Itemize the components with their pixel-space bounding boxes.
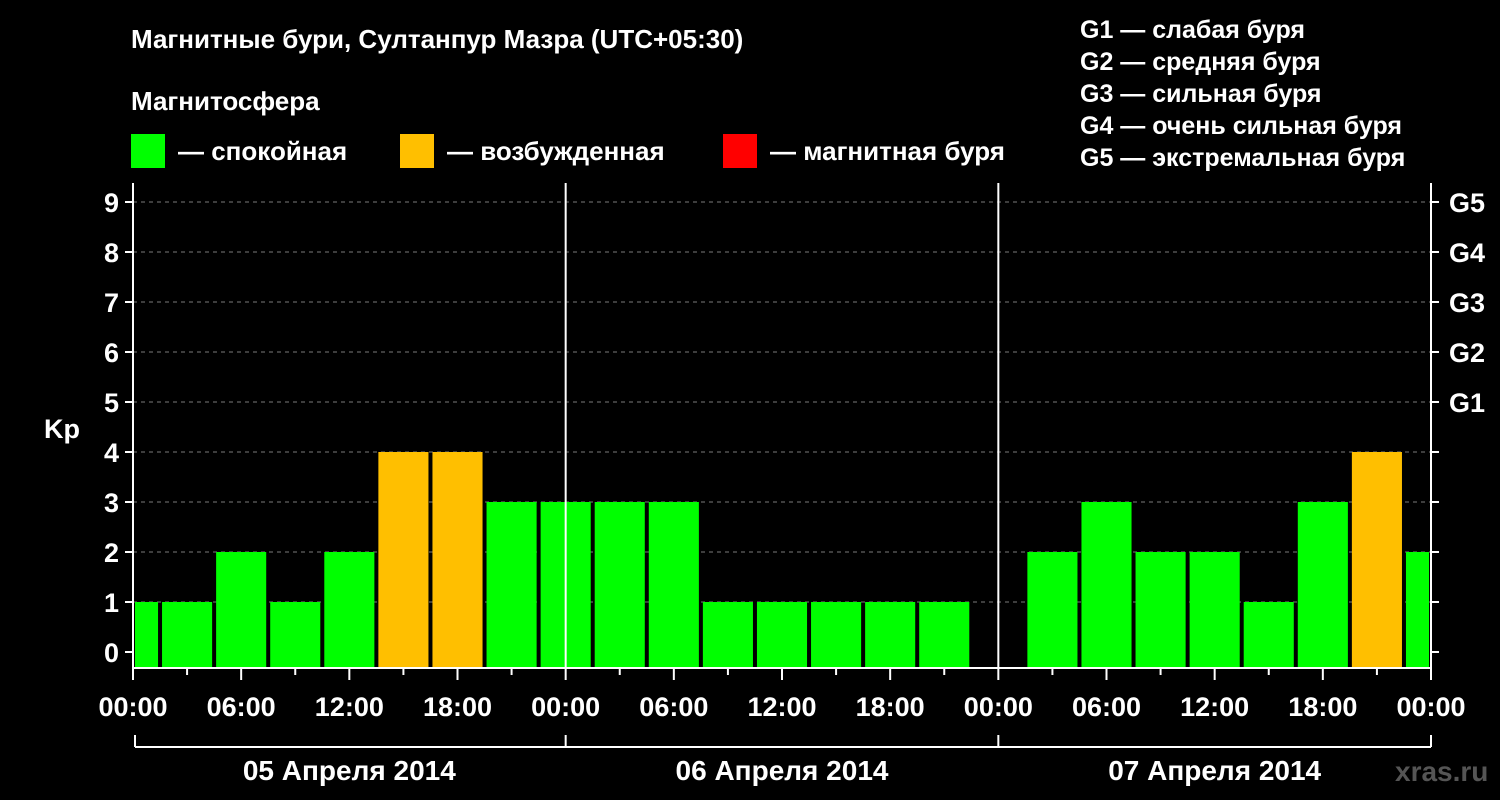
y-tick-label: 7 (104, 288, 119, 318)
x-tick-label: 06:00 (207, 692, 276, 722)
x-tick-label: 18:00 (1288, 692, 1357, 722)
g-tick-label: G5 (1449, 188, 1485, 218)
y-tick-label: 6 (104, 338, 119, 368)
kp-bar (756, 602, 808, 668)
g-tick-label: G1 (1449, 388, 1485, 418)
kp-bar (1135, 552, 1186, 668)
kp-bar (270, 602, 321, 668)
kp-bar (811, 602, 862, 668)
kp-bar (702, 602, 753, 668)
kp-bar (216, 552, 267, 668)
kp-bar (648, 502, 699, 668)
kp-bar (135, 602, 159, 668)
x-tick-label: 12:00 (1180, 692, 1249, 722)
x-tick-label: 00:00 (1396, 692, 1465, 722)
kp-bar (162, 602, 213, 668)
y-tick-label: 3 (104, 488, 119, 518)
kp-bar (432, 452, 483, 668)
kp-bar (1297, 502, 1348, 668)
kp-bar (1405, 552, 1429, 668)
x-tick-label: 18:00 (423, 692, 492, 722)
x-tick-label: 12:00 (747, 692, 816, 722)
kp-bar (594, 502, 645, 668)
kp-bar (865, 602, 916, 668)
kp-bar (324, 552, 375, 668)
x-tick-label: 18:00 (856, 692, 925, 722)
x-tick-label: 06:00 (1072, 692, 1141, 722)
kp-bar (1189, 552, 1240, 668)
y-tick-label: 1 (104, 588, 119, 618)
kp-bar (919, 602, 970, 668)
y-tick-label: 2 (104, 538, 119, 568)
g-tick-label: G2 (1449, 338, 1485, 368)
kp-bar (378, 452, 429, 668)
kp-bar (1243, 602, 1294, 668)
y-tick-label: 9 (104, 188, 119, 218)
y-tick-label: 8 (104, 238, 119, 268)
y-tick-label: 4 (104, 438, 119, 468)
x-tick-label: 00:00 (964, 692, 1033, 722)
x-tick-label: 12:00 (315, 692, 384, 722)
day-label: 06 Апреля 2014 (676, 755, 889, 786)
day-label: 05 Апреля 2014 (243, 755, 456, 786)
kp-bar (486, 502, 537, 668)
watermark: xras.ru (1395, 756, 1489, 787)
g-tick-label: G4 (1449, 238, 1485, 268)
y-axis-label: Kp (44, 414, 80, 444)
x-tick-label: 06:00 (639, 692, 708, 722)
kp-bar (1027, 552, 1078, 668)
x-tick-label: 00:00 (98, 692, 167, 722)
day-label: 07 Апреля 2014 (1108, 755, 1321, 786)
x-tick-label: 00:00 (531, 692, 600, 722)
y-tick-label: 5 (104, 388, 119, 418)
kp-bar (1351, 452, 1402, 668)
y-tick-label: 0 (104, 638, 119, 668)
kp-chart: 0 1 2 3 4 5 6 7 8 9 G1 G2 G3 G4 G5 Kp 00:00 06:00 12:00 18:… (44, 183, 1485, 786)
kp-bar (1081, 502, 1132, 668)
g-tick-label: G3 (1449, 288, 1485, 318)
